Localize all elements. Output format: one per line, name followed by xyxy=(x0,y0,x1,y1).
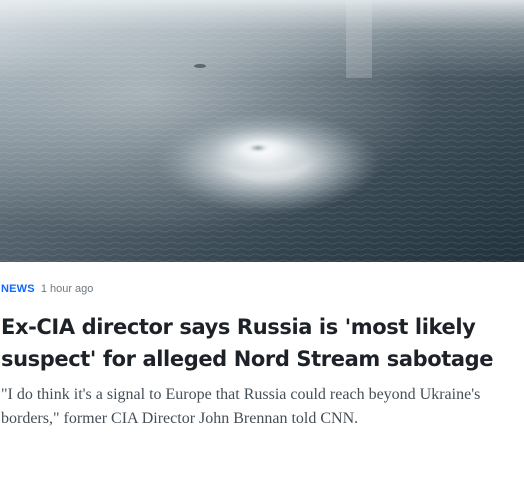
article-hero-image[interactable] xyxy=(0,0,524,262)
article-summary: "I do think it's a signal to Europe that… xyxy=(1,386,481,427)
article-meta: NEWS 1 hour ago xyxy=(1,281,93,297)
publish-timestamp: 1 hour ago xyxy=(40,283,94,295)
article-headline[interactable]: Ex-CIA director says Russia is 'most lik… xyxy=(1,311,521,375)
category-link[interactable]: NEWS xyxy=(1,283,35,295)
article-card[interactable]: NEWS 1 hour ago Ex-CIA director says Rus… xyxy=(0,0,524,501)
